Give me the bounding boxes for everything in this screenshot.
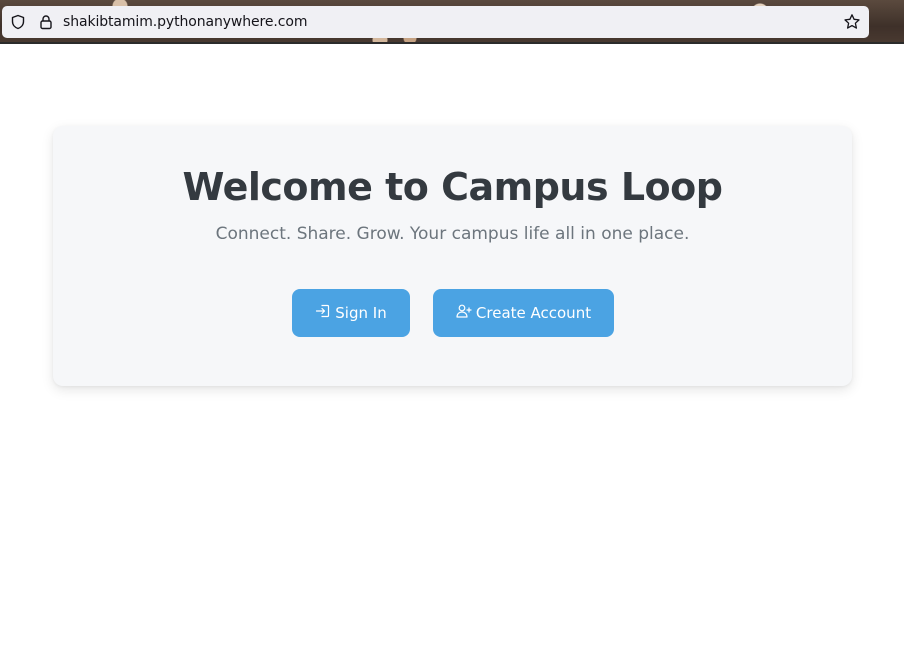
url-text[interactable]: shakibtamim.pythonanywhere.com <box>63 12 307 32</box>
shield-icon[interactable] <box>10 14 26 30</box>
lock-icon[interactable] <box>38 14 54 30</box>
address-bar[interactable]: shakibtamim.pythonanywhere.com <box>2 6 869 38</box>
create-account-label: Create Account <box>475 304 592 322</box>
welcome-card: Welcome to Campus Loop Connect. Share. G… <box>53 126 852 386</box>
sign-in-icon <box>315 303 331 323</box>
sign-in-label: Sign In <box>335 304 387 322</box>
page-title: Welcome to Campus Loop <box>182 165 723 209</box>
page-subtitle: Connect. Share. Grow. Your campus life a… <box>215 224 690 244</box>
browser-toolbar: shakibtamim.pythonanywhere.com <box>0 0 904 44</box>
toolbar-divider <box>0 42 904 44</box>
create-account-button[interactable]: Create Account <box>433 289 614 337</box>
star-icon[interactable] <box>843 13 861 31</box>
sign-in-button[interactable]: Sign In <box>292 289 410 337</box>
user-plus-icon <box>456 303 472 323</box>
